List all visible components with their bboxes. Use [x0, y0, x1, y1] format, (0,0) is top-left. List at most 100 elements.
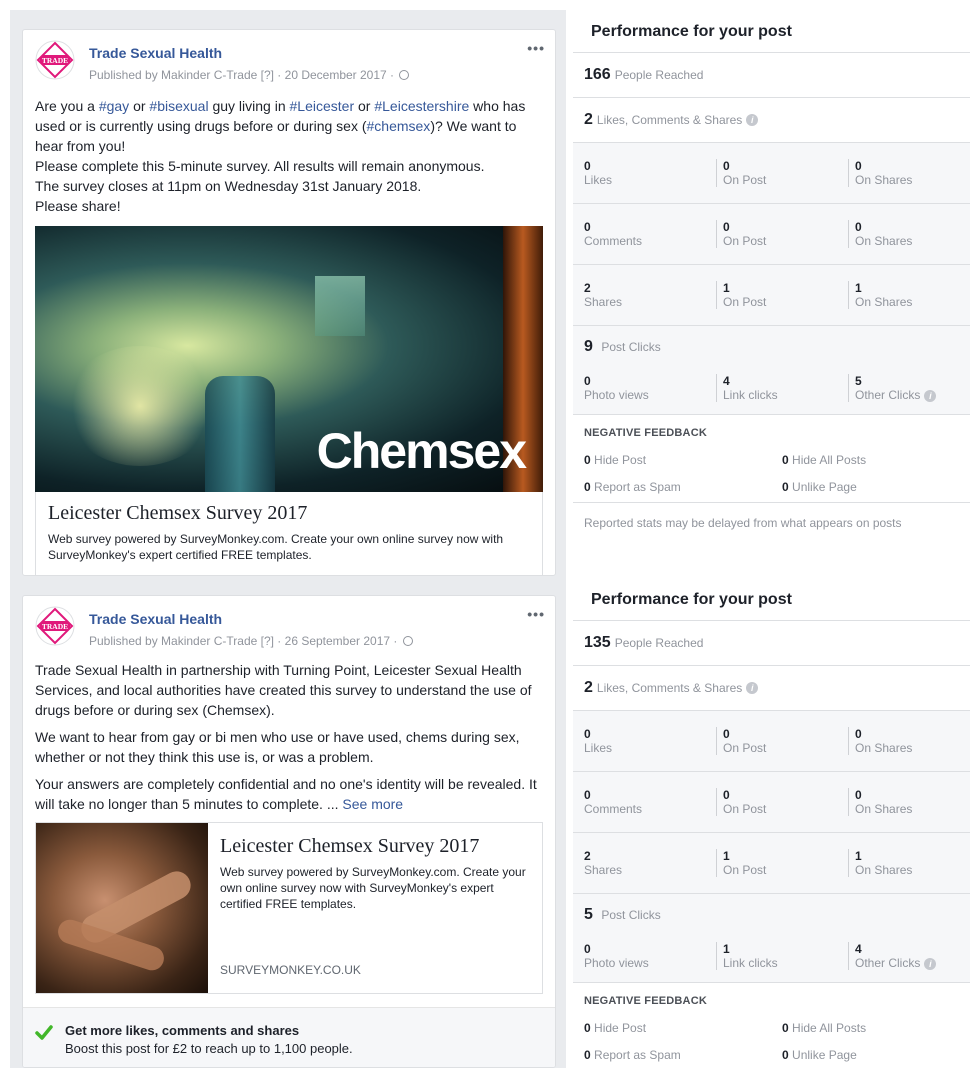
stat-label: Shares	[584, 863, 623, 877]
avatar-text: TRADE	[42, 56, 68, 65]
shares-row: 2 Shares 1 On Post 1 On Shares	[573, 833, 970, 894]
boost-subtitle: Boost this post for £2 to reach up to 1,…	[65, 1041, 353, 1056]
shares-on-shares: 1 On Shares	[848, 849, 912, 877]
post-clicks-section: 5 Post Clicks 0 Photo views 1 Link clicks …	[573, 894, 970, 983]
checkmark-icon	[35, 1025, 53, 1040]
likes-on-shares: 0 On Shares	[848, 727, 912, 755]
more-options-icon[interactable]: •••	[527, 606, 545, 622]
post-line: Please share!	[35, 198, 121, 214]
stat-label: Hide All Posts	[792, 1021, 867, 1035]
likes-total: 0 Likes	[584, 727, 612, 755]
stat-label: Link clicks	[723, 388, 778, 402]
post-paragraph: Trade Sexual Health in partnership with …	[35, 662, 532, 718]
post-header: TRADE Trade Sexual Health Published by M…	[23, 30, 555, 82]
page-name-link[interactable]: Trade Sexual Health	[89, 45, 222, 61]
stat-label: Other Clicks i	[855, 956, 937, 970]
stat-label: Unlike Page	[792, 480, 857, 494]
shares-on-post: 1 On Post	[716, 281, 766, 309]
info-icon[interactable]: i	[746, 114, 759, 126]
stat-label: On Shares	[855, 741, 913, 755]
other-clicks: 5 Other Clicks i	[848, 374, 937, 402]
stat-label: Comments	[584, 234, 643, 248]
link-preview[interactable]: Leicester Chemsex Survey 2017 Web survey…	[35, 492, 543, 575]
likes-on-post: 0 On Post	[716, 727, 766, 755]
stat-value: 2	[584, 281, 591, 295]
link-thumbnail[interactable]	[36, 823, 208, 993]
stat-value: 0	[855, 220, 862, 234]
likes-row: 0 Likes 0 On Post 0 On Shares	[573, 711, 970, 772]
engagement-value: 2	[584, 679, 593, 696]
stat-value: 1	[723, 281, 730, 295]
stat-label: On Post	[723, 234, 767, 248]
post-text: Are you a #gay or #bisexual guy living i…	[23, 82, 555, 216]
hashtag-leicester-link[interactable]: #Leicester	[290, 98, 355, 114]
post-meta-text: Published by Makinder C-Trade [?] · 26 S…	[89, 634, 398, 648]
post-paragraph: Your answers are completely confidential…	[35, 774, 543, 814]
stat-label: Hide All Posts	[792, 453, 867, 467]
link-preview[interactable]: Leicester Chemsex Survey 2017 Web survey…	[35, 822, 543, 994]
hashtag-bisexual-link[interactable]: #bisexual	[149, 98, 208, 114]
stat-value: 4	[723, 374, 730, 388]
info-icon[interactable]: i	[924, 958, 937, 970]
hashtag-chemsex-link[interactable]: #chemsex	[367, 118, 431, 134]
likes-on-shares: 0 On Shares	[848, 159, 912, 187]
stat-label: On Post	[723, 295, 767, 309]
stat-label: On Shares	[855, 863, 913, 877]
link-clicks: 4 Link clicks	[716, 374, 778, 402]
link-description: Web survey powered by SurveyMonkey.com. …	[220, 865, 526, 911]
stat-label: Photo views	[584, 388, 649, 402]
stat-label: Photo views	[584, 956, 649, 970]
unlike-page-stat: 0 Unlike Page	[782, 480, 857, 494]
page-avatar[interactable]: TRADE	[35, 606, 75, 646]
hashtag-leicestershire-link[interactable]: #Leicestershire	[374, 98, 469, 114]
delay-note: Reported stats may be delayed from what …	[584, 516, 902, 530]
engagement-label: Likes, Comments & Shares	[596, 681, 743, 695]
people-reached-row: 135 People Reached	[573, 621, 970, 666]
stat-label: On Post	[723, 173, 767, 187]
other-clicks-label: Other Clicks	[855, 388, 921, 402]
boost-banner[interactable]: Get more likes, comments and shares Boos…	[23, 1007, 555, 1067]
image-glass	[315, 276, 365, 336]
people-reached-value: 135	[584, 634, 611, 651]
stat-value: 0	[723, 788, 730, 802]
stat-value: 0	[584, 1048, 591, 1062]
stat-value: 0	[584, 480, 591, 494]
hide-all-posts-stat: 0 Hide All Posts	[782, 1021, 866, 1035]
stat-label: On Shares	[855, 295, 913, 309]
engagement-row: 2 Likes, Comments & Shares i	[573, 98, 970, 143]
people-reached-row: 166 People Reached	[573, 53, 970, 98]
post-clicks-label: Post Clicks	[601, 340, 661, 354]
post-clicks-label: Post Clicks	[601, 908, 661, 922]
other-clicks: 4 Other Clicks i	[848, 942, 937, 970]
link-title[interactable]: Leicester Chemsex Survey 2017	[220, 835, 530, 858]
post-text-part: Are you a	[35, 98, 99, 114]
page-name-link[interactable]: Trade Sexual Health	[89, 611, 222, 627]
post-paragraph: We want to hear from gay or bi men who u…	[35, 729, 520, 765]
stat-value: 0	[584, 1021, 591, 1035]
unlike-page-stat: 0 Unlike Page	[782, 1048, 857, 1062]
link-title[interactable]: Leicester Chemsex Survey 2017	[48, 502, 530, 525]
post-image[interactable]: Chemsex	[35, 226, 543, 492]
page-avatar[interactable]: TRADE	[35, 40, 75, 80]
more-options-icon[interactable]: •••	[527, 40, 545, 56]
hide-post-stat: 0 Hide Post	[584, 1021, 646, 1035]
post-meta-text: Published by Makinder C-Trade [?] · 20 D…	[89, 68, 395, 82]
info-icon[interactable]: i	[746, 682, 759, 694]
performance-title: Performance for your post	[573, 578, 970, 621]
report-spam-stat: 0 Report as Spam	[584, 1048, 681, 1062]
negative-feedback-header: NEGATIVE FEEDBACK	[584, 427, 707, 439]
comments-row: 0 Comments 0 On Post 0 On Shares	[573, 204, 970, 265]
see-more-link[interactable]: See more	[342, 796, 403, 812]
post-text-part: or	[354, 98, 375, 114]
hashtag-gay-link[interactable]: #gay	[99, 98, 129, 114]
link-clicks: 1 Link clicks	[716, 942, 778, 970]
hide-post-stat: 0 Hide Post	[584, 453, 646, 467]
stat-label: Other Clicks i	[855, 388, 937, 402]
stat-value: 0	[855, 159, 862, 173]
post-card-1: TRADE Trade Sexual Health Published by M…	[22, 29, 556, 576]
stat-label: Comments	[584, 802, 643, 816]
stat-value: 0	[584, 453, 591, 467]
info-icon[interactable]: i	[924, 390, 937, 402]
performance-panel-1: Performance for your post 166 People Rea…	[573, 10, 970, 576]
performance-panel-2: Performance for your post 135 People Rea…	[573, 578, 970, 1068]
